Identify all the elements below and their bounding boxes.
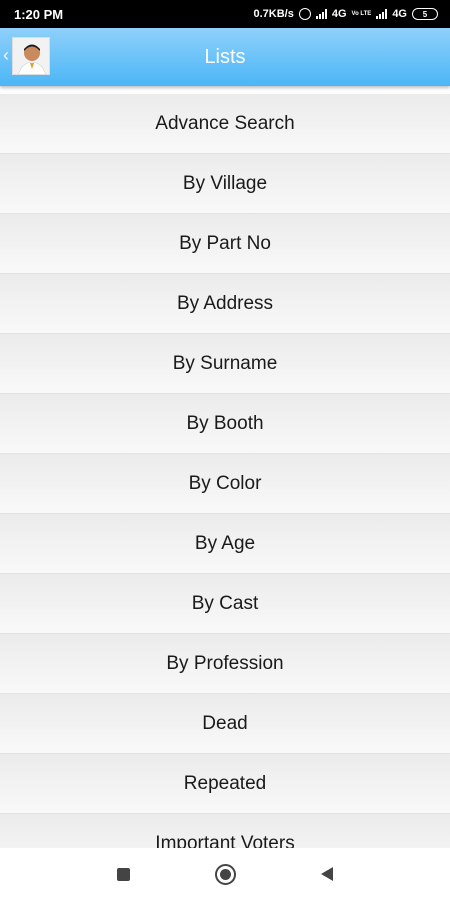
list-item-by-village[interactable]: By Village: [0, 154, 450, 214]
chevron-left-icon[interactable]: ‹: [3, 44, 9, 66]
list-item-by-cast[interactable]: By Cast: [0, 574, 450, 634]
list-item-advance-search[interactable]: Advance Search: [0, 94, 450, 154]
list-item-by-age[interactable]: By Age: [0, 514, 450, 574]
network-type-1: 4G: [331, 8, 347, 20]
list-item-by-address[interactable]: By Address: [0, 274, 450, 334]
list-item-by-booth[interactable]: By Booth: [0, 394, 450, 454]
alarm-icon: [298, 8, 311, 20]
app-header: ‹ Lists: [0, 28, 450, 86]
recents-button[interactable]: [108, 859, 138, 889]
home-button[interactable]: [210, 859, 240, 889]
back-button[interactable]: [312, 859, 342, 889]
battery-icon: 5: [412, 8, 438, 20]
list-item-important-voters[interactable]: Important Voters: [0, 814, 450, 848]
triangle-back-icon: [321, 867, 333, 881]
page-title: Lists: [204, 45, 246, 68]
status-icons: 0.7KB/s 4G Vo LTE 4G 5: [253, 8, 438, 20]
network-speed: 0.7KB/s: [253, 8, 294, 20]
network-type-2: 4G: [392, 8, 407, 20]
avatar[interactable]: [12, 37, 50, 75]
list-item-by-color[interactable]: By Color: [0, 454, 450, 514]
signal-icon-2: [376, 9, 388, 19]
list-item-by-surname[interactable]: By Surname: [0, 334, 450, 394]
list-item-by-profession[interactable]: By Profession: [0, 634, 450, 694]
status-bar: 1:20 PM 0.7KB/s 4G Vo LTE 4G 5: [0, 0, 450, 28]
signal-icon: [315, 9, 327, 19]
battery-level: 5: [422, 9, 428, 19]
lists-menu: Advance Search By Village By Part No By …: [0, 94, 450, 848]
list-item-dead[interactable]: Dead: [0, 694, 450, 754]
circle-icon: [214, 863, 236, 885]
list-item-by-part-no[interactable]: By Part No: [0, 214, 450, 274]
profile-photo-icon: [13, 38, 49, 74]
navigation-bar: [0, 848, 450, 900]
list-item-repeated[interactable]: Repeated: [0, 754, 450, 814]
volte-icon: Vo LTE: [351, 11, 372, 17]
status-time: 1:20 PM: [14, 6, 64, 22]
square-icon: [116, 867, 130, 881]
